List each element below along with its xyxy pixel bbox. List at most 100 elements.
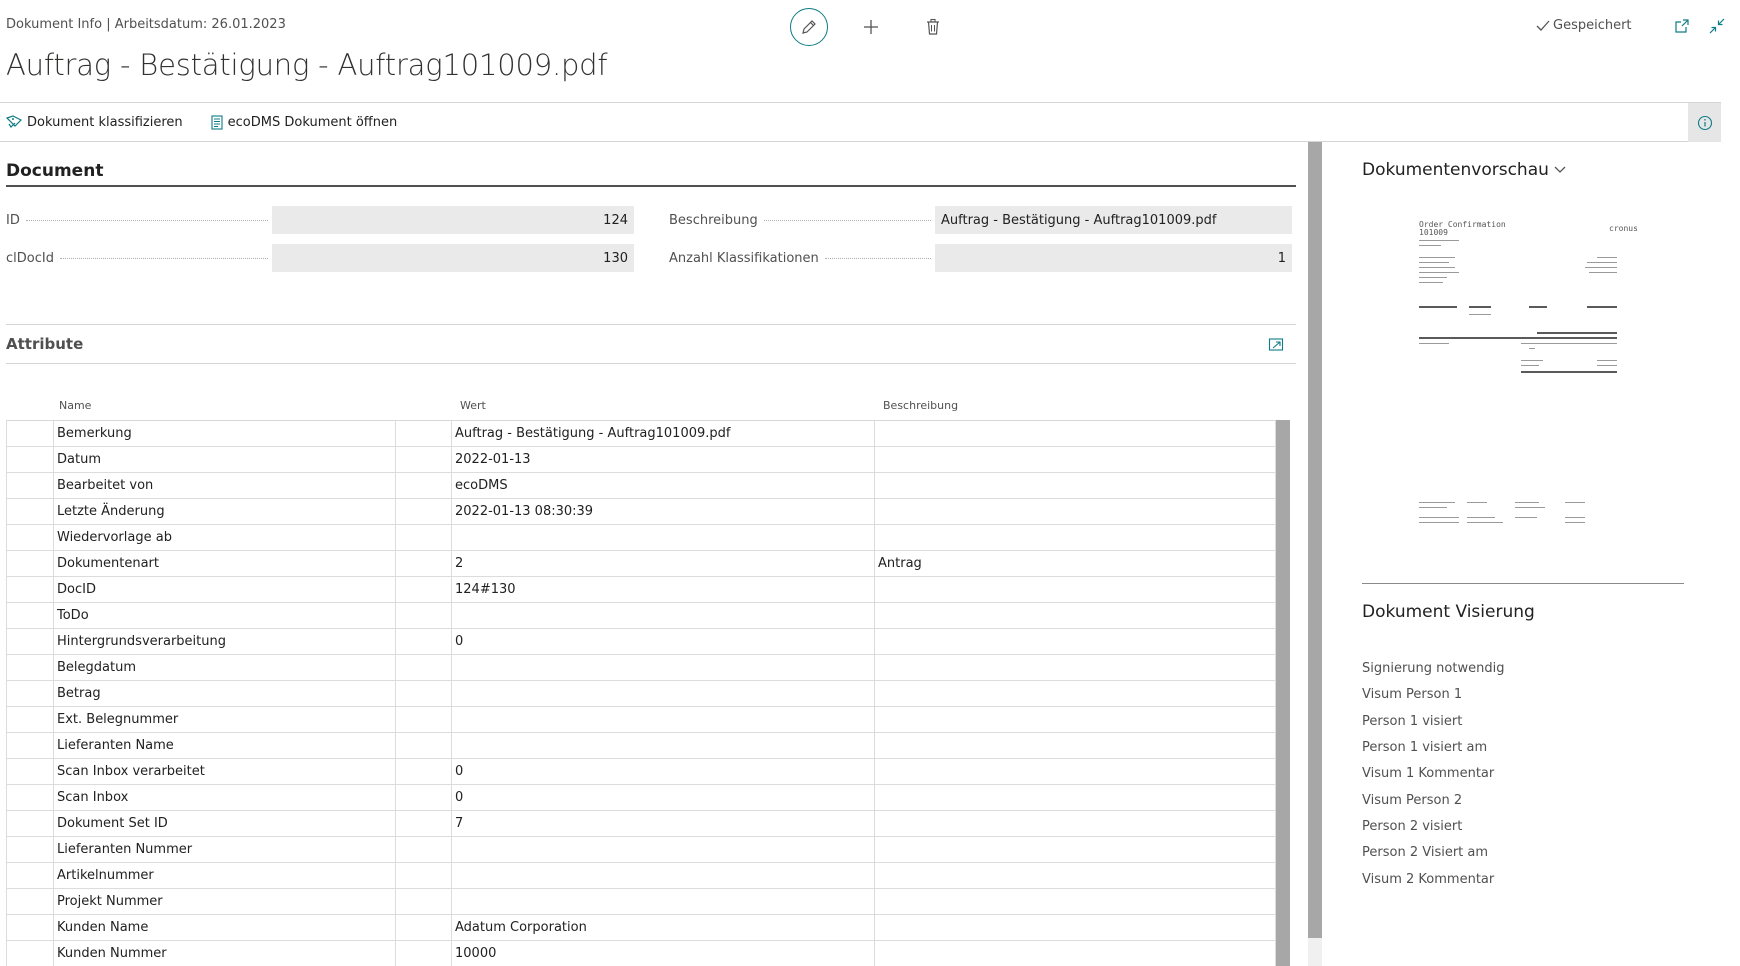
beschreibung-value[interactable]: Auftrag - Bestätigung - Auftrag101009.pd… <box>935 206 1292 234</box>
row-selector[interactable] <box>6 447 54 472</box>
attribute-description-cell <box>875 681 1276 706</box>
row-selector[interactable] <box>6 837 54 862</box>
row-selector[interactable] <box>6 421 54 446</box>
row-selector[interactable] <box>6 681 54 706</box>
column-header-wert[interactable]: Wert <box>460 399 486 412</box>
attribute-value-cell[interactable] <box>452 889 875 914</box>
anzahl-klassifikationen-value[interactable]: 1 <box>935 244 1292 272</box>
row-spacer-cell <box>396 421 452 446</box>
table-row[interactable]: Scan Inbox 0 <box>6 785 1276 811</box>
document-preview[interactable]: Order Confirmation 101009 cronus <box>1417 212 1638 632</box>
row-selector[interactable] <box>6 629 54 654</box>
attribute-value-cell[interactable]: Adatum Corporation <box>452 915 875 940</box>
row-selector[interactable] <box>6 759 54 784</box>
row-selector[interactable] <box>6 811 54 836</box>
attribute-description-cell <box>875 603 1276 628</box>
attribute-value-cell[interactable]: 2022-01-13 08:30:39 <box>452 499 875 524</box>
attribute-value-cell[interactable] <box>452 681 875 706</box>
attribute-value-cell[interactable] <box>452 707 875 732</box>
row-selector[interactable] <box>6 863 54 888</box>
table-row[interactable]: Projekt Nummer <box>6 889 1276 915</box>
classify-document-action[interactable]: Dokument klassifizieren <box>6 115 183 130</box>
attribute-value-cell[interactable]: 0 <box>452 629 875 654</box>
table-row[interactable]: Bearbeitet von ecoDMS <box>6 473 1276 499</box>
table-row[interactable]: Wiedervorlage ab <box>6 525 1276 551</box>
page-title: Auftrag - Bestätigung - Auftrag101009.pd… <box>6 48 608 82</box>
expand-icon[interactable] <box>1268 336 1284 352</box>
open-ecodms-document-action[interactable]: ecoDMS Dokument öffnen <box>211 114 398 130</box>
saved-label: Gespeichert <box>1553 18 1632 33</box>
preview-header[interactable]: Dokumentenvorschau <box>1362 160 1567 180</box>
row-spacer-cell <box>396 863 452 888</box>
attribute-section-header[interactable]: Attribute <box>6 324 1296 364</box>
attribute-value-cell[interactable] <box>452 863 875 888</box>
table-row[interactable]: ToDo <box>6 603 1276 629</box>
table-row[interactable]: Hintergrundsverarbeitung 0 <box>6 629 1276 655</box>
attribute-name-cell: Lieferanten Nummer <box>54 837 396 862</box>
collapse-button[interactable] <box>1708 17 1726 35</box>
row-spacer-cell <box>396 759 452 784</box>
row-selector[interactable] <box>6 499 54 524</box>
row-selector[interactable] <box>6 473 54 498</box>
row-selector[interactable] <box>6 915 54 940</box>
table-row[interactable]: Dokument Set ID 7 <box>6 811 1276 837</box>
row-selector[interactable] <box>6 707 54 732</box>
id-value[interactable]: 124 <box>272 206 634 234</box>
row-selector[interactable] <box>6 577 54 602</box>
table-row[interactable]: Scan Inbox verarbeitet 0 <box>6 759 1276 785</box>
column-header-beschreibung[interactable]: Beschreibung <box>883 399 958 412</box>
row-selector[interactable] <box>6 889 54 914</box>
info-button[interactable] <box>1688 103 1721 142</box>
table-row[interactable]: Lieferanten Nummer <box>6 837 1276 863</box>
table-row[interactable]: Kunden Nummer 10000 <box>6 941 1276 966</box>
table-row[interactable]: Belegdatum <box>6 655 1276 681</box>
table-row[interactable]: Lieferanten Name <box>6 733 1276 759</box>
row-selector[interactable] <box>6 603 54 628</box>
table-row[interactable]: Kunden Name Adatum Corporation <box>6 915 1276 941</box>
attribute-value-cell[interactable] <box>452 655 875 680</box>
table-row[interactable]: Datum 2022-01-13 <box>6 447 1276 473</box>
row-selector[interactable] <box>6 525 54 550</box>
attribute-name-cell: Wiedervorlage ab <box>54 525 396 550</box>
attribute-value-cell[interactable]: 7 <box>452 811 875 836</box>
attribute-value-cell[interactable]: 0 <box>452 759 875 784</box>
table-row[interactable]: DocID 124#130 <box>6 577 1276 603</box>
table-row[interactable]: Betrag <box>6 681 1276 707</box>
edit-button[interactable] <box>790 8 828 46</box>
attribute-value-cell[interactable] <box>452 837 875 862</box>
cldocid-value[interactable]: 130 <box>272 244 634 272</box>
attribute-value-cell[interactable] <box>452 603 875 628</box>
table-row[interactable]: Letzte Änderung 2022-01-13 08:30:39 <box>6 499 1276 525</box>
main-scrollbar[interactable] <box>1308 142 1322 938</box>
row-selector[interactable] <box>6 733 54 758</box>
attribute-value-cell[interactable]: 0 <box>452 785 875 810</box>
table-row[interactable]: Artikelnummer <box>6 863 1276 889</box>
row-selector[interactable] <box>6 655 54 680</box>
row-selector[interactable] <box>6 941 54 966</box>
attribute-value-cell[interactable]: 10000 <box>452 941 875 966</box>
attribute-grid-scrollbar[interactable] <box>1276 420 1290 966</box>
open-ecodms-document-label: ecoDMS Dokument öffnen <box>227 114 398 130</box>
visierung-item: Person 2 visiert <box>1362 819 1463 834</box>
delete-button[interactable] <box>914 8 952 46</box>
row-selector[interactable] <box>6 785 54 810</box>
table-row[interactable]: Ext. Belegnummer <box>6 707 1276 733</box>
attribute-value-cell[interactable]: 2 <box>452 551 875 576</box>
beschreibung-label: Beschreibung <box>669 213 935 228</box>
attribute-value-cell[interactable] <box>452 733 875 758</box>
attribute-value-cell[interactable]: 2022-01-13 <box>452 447 875 472</box>
table-row[interactable]: Dokumentenart 2 Antrag <box>6 551 1276 577</box>
open-in-new-window-button[interactable] <box>1673 17 1691 35</box>
attribute-value-cell[interactable]: Auftrag - Bestätigung - Auftrag101009.pd… <box>452 421 875 446</box>
add-button[interactable] <box>852 8 890 46</box>
table-row[interactable]: Bemerkung Auftrag - Bestätigung - Auftrag… <box>6 421 1276 447</box>
attribute-value-cell[interactable]: ecoDMS <box>452 473 875 498</box>
attribute-value-cell[interactable] <box>452 525 875 550</box>
row-spacer-cell <box>396 837 452 862</box>
column-header-name[interactable]: Name <box>59 399 91 412</box>
attribute-name-cell: Bearbeitet von <box>54 473 396 498</box>
trash-icon <box>927 18 939 35</box>
row-selector[interactable] <box>6 551 54 576</box>
attribute-value-cell[interactable]: 124#130 <box>452 577 875 602</box>
attribute-name-cell: Letzte Änderung <box>54 499 396 524</box>
